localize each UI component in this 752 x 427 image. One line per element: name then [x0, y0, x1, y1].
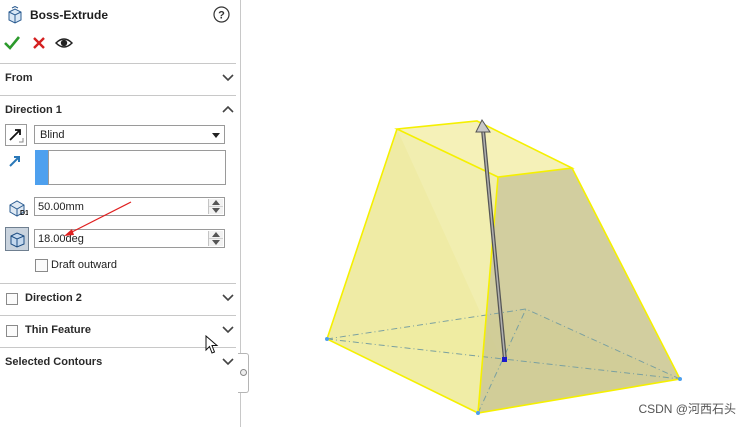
thin-feature-checkbox[interactable]: [6, 325, 18, 337]
chevron-down-icon[interactable]: [222, 324, 234, 336]
chevron-down-icon[interactable]: [222, 292, 234, 304]
mouse-cursor-icon: [205, 335, 219, 354]
eye-icon[interactable]: [55, 34, 73, 52]
draft-outward-checkbox[interactable]: [35, 259, 48, 272]
draft-angle-spinner[interactable]: [208, 231, 223, 246]
right-face: [478, 168, 680, 413]
panel-resize-handle[interactable]: [238, 353, 249, 393]
dropdown-arrow-icon[interactable]: [211, 130, 221, 140]
arrow-up-icon: [212, 200, 220, 205]
left-face: [327, 129, 498, 413]
feature-header: Boss-Extrude ?: [0, 0, 240, 32]
end-condition-select[interactable]: Blind: [34, 125, 225, 144]
depth-spinner[interactable]: [208, 199, 223, 214]
reverse-direction-icon[interactable]: [5, 124, 27, 146]
svg-text:?: ?: [218, 10, 225, 22]
grip-dot: [240, 369, 247, 376]
section-selected-contours[interactable]: Selected Contours: [0, 347, 236, 377]
spin-up-button[interactable]: [209, 199, 223, 207]
help-icon[interactable]: ?: [213, 6, 230, 23]
arrow-down-icon: [212, 208, 220, 213]
section-thin-feature-label: Thin Feature: [25, 324, 92, 336]
boss-extrude-icon: [8, 6, 22, 24]
section-selected-contours-label: Selected Contours: [5, 356, 103, 368]
selection-indicator: [35, 150, 48, 185]
direction-selection-list[interactable]: [48, 150, 226, 185]
depth-value: 50.00mm: [38, 201, 84, 213]
section-from[interactable]: From: [0, 63, 236, 93]
watermark: CSDN @河西石头: [638, 402, 736, 416]
section-direction-2-label: Direction 2: [25, 292, 82, 304]
origin-point: [502, 357, 507, 362]
chevron-up-icon[interactable]: [222, 104, 234, 116]
section-direction-1[interactable]: Direction 1: [0, 95, 236, 125]
draft-angle-input[interactable]: 18.00deg: [34, 229, 225, 248]
draft-outward-label: Draft outward: [51, 259, 118, 271]
chevron-down-icon[interactable]: [222, 72, 234, 84]
arrow-down-icon: [212, 240, 220, 245]
section-direction-1-label: Direction 1: [5, 104, 62, 116]
depth-icon: D1: [9, 200, 28, 217]
section-direction-2[interactable]: Direction 2: [0, 283, 236, 313]
spin-down-button[interactable]: [209, 207, 223, 214]
action-toolbar: [0, 32, 240, 54]
section-from-label: From: [5, 72, 33, 84]
graphics-area[interactable]: [250, 0, 752, 427]
draft-toggle-icon[interactable]: [5, 227, 29, 251]
chevron-down-icon[interactable]: [222, 356, 234, 368]
direction-2-checkbox[interactable]: [6, 293, 18, 305]
arrow-up-icon: [212, 232, 220, 237]
feature-title: Boss-Extrude: [30, 8, 109, 22]
draft-angle-value: 18.00deg: [38, 233, 84, 245]
spin-down-button[interactable]: [209, 239, 223, 246]
spin-up-button[interactable]: [209, 231, 223, 239]
section-thin-feature[interactable]: Thin Feature: [0, 315, 236, 345]
property-manager: Boss-Extrude ? From Direction 1 Blind D1…: [0, 0, 241, 427]
checkmark-icon[interactable]: [3, 34, 21, 52]
end-condition-value: Blind: [40, 129, 65, 141]
direction-arrow-icon: [9, 156, 20, 167]
svg-text:D1: D1: [20, 210, 28, 217]
depth-input[interactable]: 50.00mm: [34, 197, 225, 216]
close-icon[interactable]: [30, 34, 48, 52]
